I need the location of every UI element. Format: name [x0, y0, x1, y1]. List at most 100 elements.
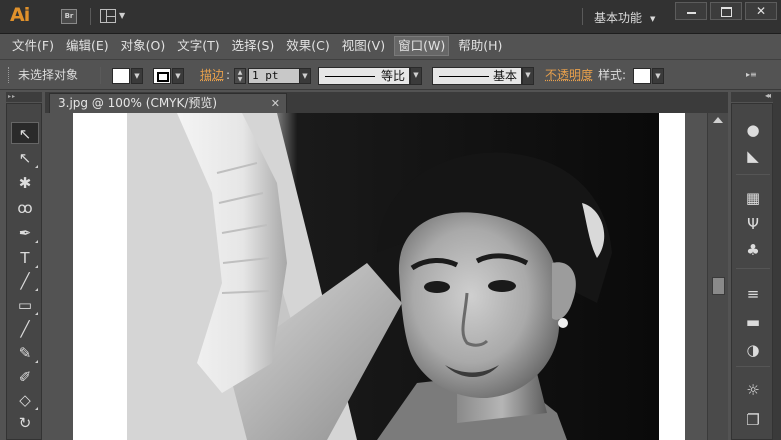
menu-view[interactable]: 视图(V): [339, 36, 388, 56]
dock-header[interactable]: ◂◂: [731, 91, 773, 102]
type-tool-glyph: T: [20, 249, 30, 267]
rectangle-tool-glyph: ▭: [17, 296, 33, 314]
fill-dropdown-arrow[interactable]: ▼: [131, 68, 143, 84]
colon-label: :: [226, 68, 231, 82]
paintbrush-tool-icon[interactable]: ╱: [11, 318, 39, 340]
rotate-tool-icon[interactable]: ↻: [11, 412, 39, 434]
menu-help[interactable]: 帮助(H): [455, 36, 505, 56]
stroke-panel-icon[interactable]: ≡: [740, 282, 766, 306]
menu-type[interactable]: 文字(T): [174, 36, 222, 56]
chevron-down-icon: ▼: [650, 14, 656, 23]
brushes-panel-icon[interactable]: Ψ: [740, 212, 766, 236]
scrollbar-thumb[interactable]: [712, 277, 725, 295]
panel-grip-icon[interactable]: [8, 67, 11, 83]
pen-tool-glyph: ✒: [18, 224, 32, 242]
symbols-panel-icon[interactable]: ♣: [740, 238, 766, 262]
close-tab-icon[interactable]: ✕: [271, 94, 280, 113]
control-bar: 未选择对象 ▼ ▼ 描边 : ▲ ▼ 1 pt ▼ 等比 ▼ 基本 ▼ 不透明度 …: [0, 59, 781, 90]
document-tab-title: 3.jpg @ 100% (CMYK/预览): [58, 96, 218, 110]
brush-definition[interactable]: 基本: [432, 67, 522, 85]
minimize-button[interactable]: [675, 2, 707, 20]
brush-preview-line: [439, 76, 489, 77]
profile-dropdown-arrow[interactable]: ▼: [410, 67, 422, 85]
swatches-panel-icon[interactable]: ▦: [740, 186, 766, 210]
stroke-weight-dropdown[interactable]: ▼: [299, 68, 311, 84]
workspace-label: 基本功能: [594, 11, 643, 25]
go-to-bridge-button[interactable]: Br: [61, 9, 77, 24]
fill-color-swatch[interactable]: [112, 68, 130, 84]
document-tab-bar: 3.jpg @ 100% (CMYK/预览) ✕: [45, 92, 728, 113]
transparency-panel-icon[interactable]: ◑: [740, 338, 766, 362]
stroke-dropdown-arrow[interactable]: ▼: [172, 68, 184, 84]
selection-status: 未选择对象: [18, 68, 79, 82]
flyout-corner-icon: [35, 288, 38, 291]
menu-select[interactable]: 选择(S): [229, 36, 278, 56]
color-panel-icon[interactable]: ●: [740, 118, 766, 142]
flyout-corner-icon: [35, 165, 38, 168]
panel-dock: ● ◣ ▦ Ψ ♣ ≡ ▬ ◑ ☼ ❐: [731, 103, 773, 440]
menu-bar: 文件(F) 编辑(E) 对象(O) 文字(T) 选择(S) 效果(C) 视图(V…: [0, 34, 781, 58]
gradient-panel-icon[interactable]: ▬: [740, 310, 766, 334]
direct-selection-tool-icon[interactable]: ↖: [11, 147, 39, 169]
blob-brush-tool-glyph: ✐: [18, 368, 32, 386]
menu-window[interactable]: 窗口(W): [394, 36, 450, 56]
brush-label: 基本: [492, 69, 517, 83]
divider: [582, 8, 583, 25]
placed-photo-image[interactable]: [127, 113, 659, 440]
stroke-panel-link[interactable]: 描边: [200, 60, 224, 90]
flyout-corner-icon: [35, 360, 38, 363]
panel-menu-icon[interactable]: ▸≡: [746, 70, 760, 80]
arrange-documents-icon: [100, 9, 116, 23]
tools-panel: ↖ ↖ ✱ ꝏ ✒ T ╱ ▭ ╱ ✎ ✐ ◇ ↻: [6, 103, 42, 440]
canvas-area[interactable]: [45, 113, 707, 440]
tools-panel-header[interactable]: ▸▸: [6, 92, 42, 102]
dock-divider: [736, 174, 770, 175]
appearance-panel-icon[interactable]: ☼: [740, 378, 766, 402]
illustrator-logo: Ai: [10, 4, 30, 26]
workspace-switcher[interactable]: 基本功能 ▼: [594, 9, 655, 26]
artboard[interactable]: [73, 113, 685, 440]
stroke-weight-stepper[interactable]: ▲ ▼: [234, 68, 246, 84]
divider: [100, 67, 101, 84]
eraser-tool-icon[interactable]: ◇: [11, 389, 39, 411]
style-dropdown-arrow[interactable]: ▼: [652, 68, 664, 84]
line-segment-tool-icon[interactable]: ╱: [11, 270, 39, 292]
pencil-tool-icon[interactable]: ✎: [11, 342, 39, 364]
color-guide-panel-icon[interactable]: ◣: [740, 144, 766, 168]
stroke-profile-label: 等比: [380, 69, 405, 83]
chevron-down-icon: ▼: [119, 11, 126, 20]
layers-panel-icon[interactable]: ❐: [740, 408, 766, 432]
rotate-tool-glyph: ↻: [18, 414, 32, 432]
pen-tool-icon[interactable]: ✒: [11, 222, 39, 244]
window-controls: ✕: [672, 2, 777, 20]
type-tool-icon[interactable]: T: [11, 247, 39, 269]
paintbrush-tool-glyph: ╱: [20, 320, 30, 338]
arrange-documents-button[interactable]: ▼: [99, 8, 127, 25]
direct-selection-tool-glyph: ↖: [18, 149, 32, 167]
selection-tool-icon[interactable]: ↖: [11, 122, 39, 144]
graphic-style-swatch[interactable]: [633, 68, 651, 84]
window-right-edge: [773, 92, 781, 440]
title-bar: Ai Br ▼ 基本功能 ▼ ✕: [0, 0, 781, 34]
maximize-button[interactable]: [710, 2, 742, 20]
close-button[interactable]: ✕: [745, 2, 777, 20]
menu-edit[interactable]: 编辑(E): [63, 36, 112, 56]
rectangle-tool-icon[interactable]: ▭: [11, 294, 39, 316]
variable-width-profile[interactable]: 等比: [318, 67, 410, 85]
menu-effect[interactable]: 效果(C): [283, 36, 332, 56]
menu-file[interactable]: 文件(F): [9, 36, 57, 56]
stroke-color-swatch[interactable]: [153, 68, 171, 84]
dock-divider: [736, 366, 770, 367]
magic-wand-tool-icon[interactable]: ✱: [11, 172, 39, 194]
collapse-dock-icon[interactable]: ◂◂: [765, 91, 771, 100]
lasso-tool-icon[interactable]: ꝏ: [11, 197, 39, 219]
scroll-up-arrow-icon[interactable]: [713, 117, 723, 123]
vertical-scrollbar[interactable]: [707, 113, 728, 440]
document-tab[interactable]: 3.jpg @ 100% (CMYK/预览) ✕: [49, 93, 287, 113]
blob-brush-tool-icon[interactable]: ✐: [11, 366, 39, 388]
opacity-panel-link[interactable]: 不透明度: [545, 60, 593, 90]
flyout-corner-icon: [35, 407, 38, 410]
menu-object[interactable]: 对象(O): [118, 36, 169, 56]
lasso-tool-glyph: ꝏ: [17, 199, 33, 217]
brush-dropdown-arrow[interactable]: ▼: [522, 67, 534, 85]
